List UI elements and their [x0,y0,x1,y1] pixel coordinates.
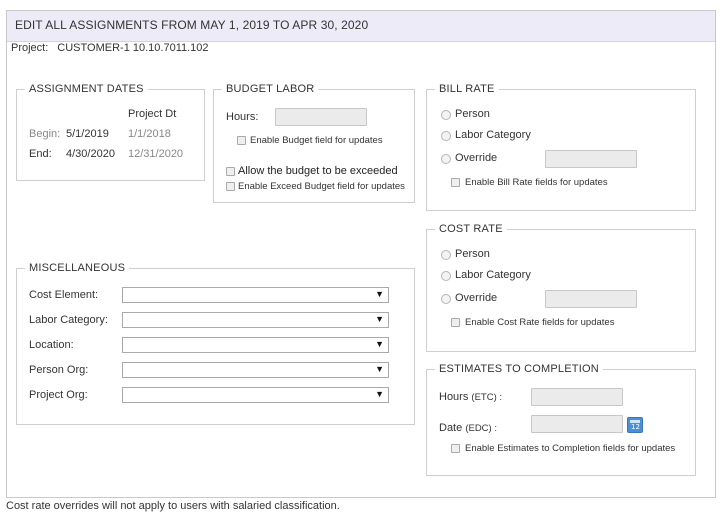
enable-budget-label: Enable Budget field for updates [250,135,383,146]
project-dt-header: Project Dt [128,108,177,120]
edc-date-label: Date (EDC) : [439,422,497,434]
enable-bill-rate-checkbox[interactable] [451,178,460,187]
miscellaneous-legend: MISCELLANEOUS [29,262,126,274]
enable-bill-rate-label: Enable Bill Rate fields for updates [465,177,608,188]
enable-cost-rate-label: Enable Cost Rate fields for updates [465,317,615,328]
edc-date-suffix: (EDC) : [465,423,497,434]
footer-note: Cost rate overrides will not apply to us… [6,500,340,512]
chevron-down-icon: ▼ [375,339,384,349]
location-label: Location: [29,339,74,351]
enable-etc-label: Enable Estimates to Completion fields fo… [465,443,676,454]
enable-exceed-checkbox[interactable] [226,182,235,191]
project-org-label: Project Org: [29,389,88,401]
bill-override-input[interactable] [545,150,637,168]
budget-hours-input[interactable] [275,108,367,126]
etc-hours-input[interactable] [531,388,623,406]
chevron-down-icon: ▼ [375,364,384,374]
begin-project-dt: 1/1/2018 [128,128,171,140]
bill-rate-group: BILL RATE [426,83,696,211]
chevron-down-icon: ▼ [375,389,384,399]
bill-person-label: Person [455,108,490,120]
allow-exceed-label: Allow the budget to be exceeded [238,165,398,177]
enable-etc-checkbox[interactable] [451,444,460,453]
person-org-select[interactable]: ▼ [122,362,389,378]
budget-hours-label: Hours: [226,111,259,123]
bill-rate-legend: BILL RATE [439,83,495,95]
cost-override-radio[interactable] [441,294,451,304]
bill-person-radio[interactable] [441,110,451,120]
cost-person-radio[interactable] [441,250,451,260]
cost-rate-group: COST RATE [426,223,696,352]
bill-labor-category-radio[interactable] [441,131,451,141]
cost-element-select[interactable]: ▼ [122,287,389,303]
end-project-dt: 12/31/2020 [128,148,184,160]
estimates-legend: ESTIMATES TO COMPLETION [439,363,599,375]
etc-hours-suffix: (ETC) : [471,392,503,403]
bill-labor-category-label: Labor Category [455,129,531,141]
cost-element-label: Cost Element: [29,289,99,301]
misc-labor-category-label: Labor Category: [29,314,108,326]
location-select[interactable]: ▼ [122,337,389,353]
budget-labor-legend: BUDGET LABOR [226,83,315,95]
assignment-dates-legend: ASSIGNMENT DATES [29,83,144,95]
enable-budget-checkbox[interactable] [237,136,246,145]
etc-hours-label-text: Hours [439,391,469,403]
end-label: End: [29,148,52,160]
edc-date-input[interactable] [531,415,623,433]
chevron-down-icon: ▼ [375,314,384,324]
person-org-label: Person Org: [29,364,89,376]
bill-override-radio[interactable] [441,154,451,164]
cost-labor-category-radio[interactable] [441,271,451,281]
cost-override-input[interactable] [545,290,637,308]
chevron-down-icon: ▼ [375,289,384,299]
project-line: Project: CUSTOMER-1 10.10.7011.102 [11,42,209,54]
project-value: CUSTOMER-1 10.10.7011.102 [57,42,209,54]
edc-date-label-text: Date [439,422,463,434]
enable-cost-rate-checkbox[interactable] [451,318,460,327]
project-org-select[interactable]: ▼ [122,387,389,403]
cost-rate-legend: COST RATE [439,223,503,235]
misc-labor-category-select[interactable]: ▼ [122,312,389,328]
calendar-icon-text: 12 [631,423,640,431]
allow-exceed-checkbox[interactable] [226,167,235,176]
enable-exceed-label: Enable Exceed Budget field for updates [238,181,405,192]
bill-override-label: Override [455,152,498,164]
panel-title: EDIT ALL ASSIGNMENTS FROM MAY 1, 2019 TO… [7,11,715,42]
end-value: 4/30/2020 [66,148,115,160]
calendar-icon[interactable]: 12 [627,417,643,433]
etc-hours-label: Hours (ETC) : [439,391,502,403]
cost-override-label: Override [455,292,498,304]
begin-value: 5/1/2019 [66,128,109,140]
cost-labor-category-label: Labor Category [455,269,531,281]
cost-person-label: Person [455,248,490,260]
project-label: Project: [11,42,49,54]
begin-label: Begin: [29,128,61,140]
